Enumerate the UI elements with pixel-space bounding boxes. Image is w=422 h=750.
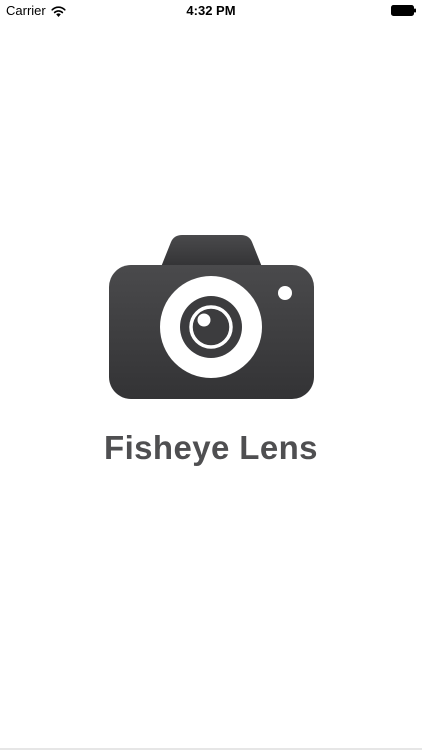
- splash-screen: Carrier 4:32 PM Fisheye Lens: [0, 0, 422, 750]
- battery-icon: [391, 5, 416, 16]
- camera-icon: [109, 235, 314, 399]
- status-bar: Carrier 4:32 PM: [0, 0, 422, 22]
- app-title: Fisheye Lens: [104, 429, 318, 466]
- status-time: 4:32 PM: [186, 3, 236, 18]
